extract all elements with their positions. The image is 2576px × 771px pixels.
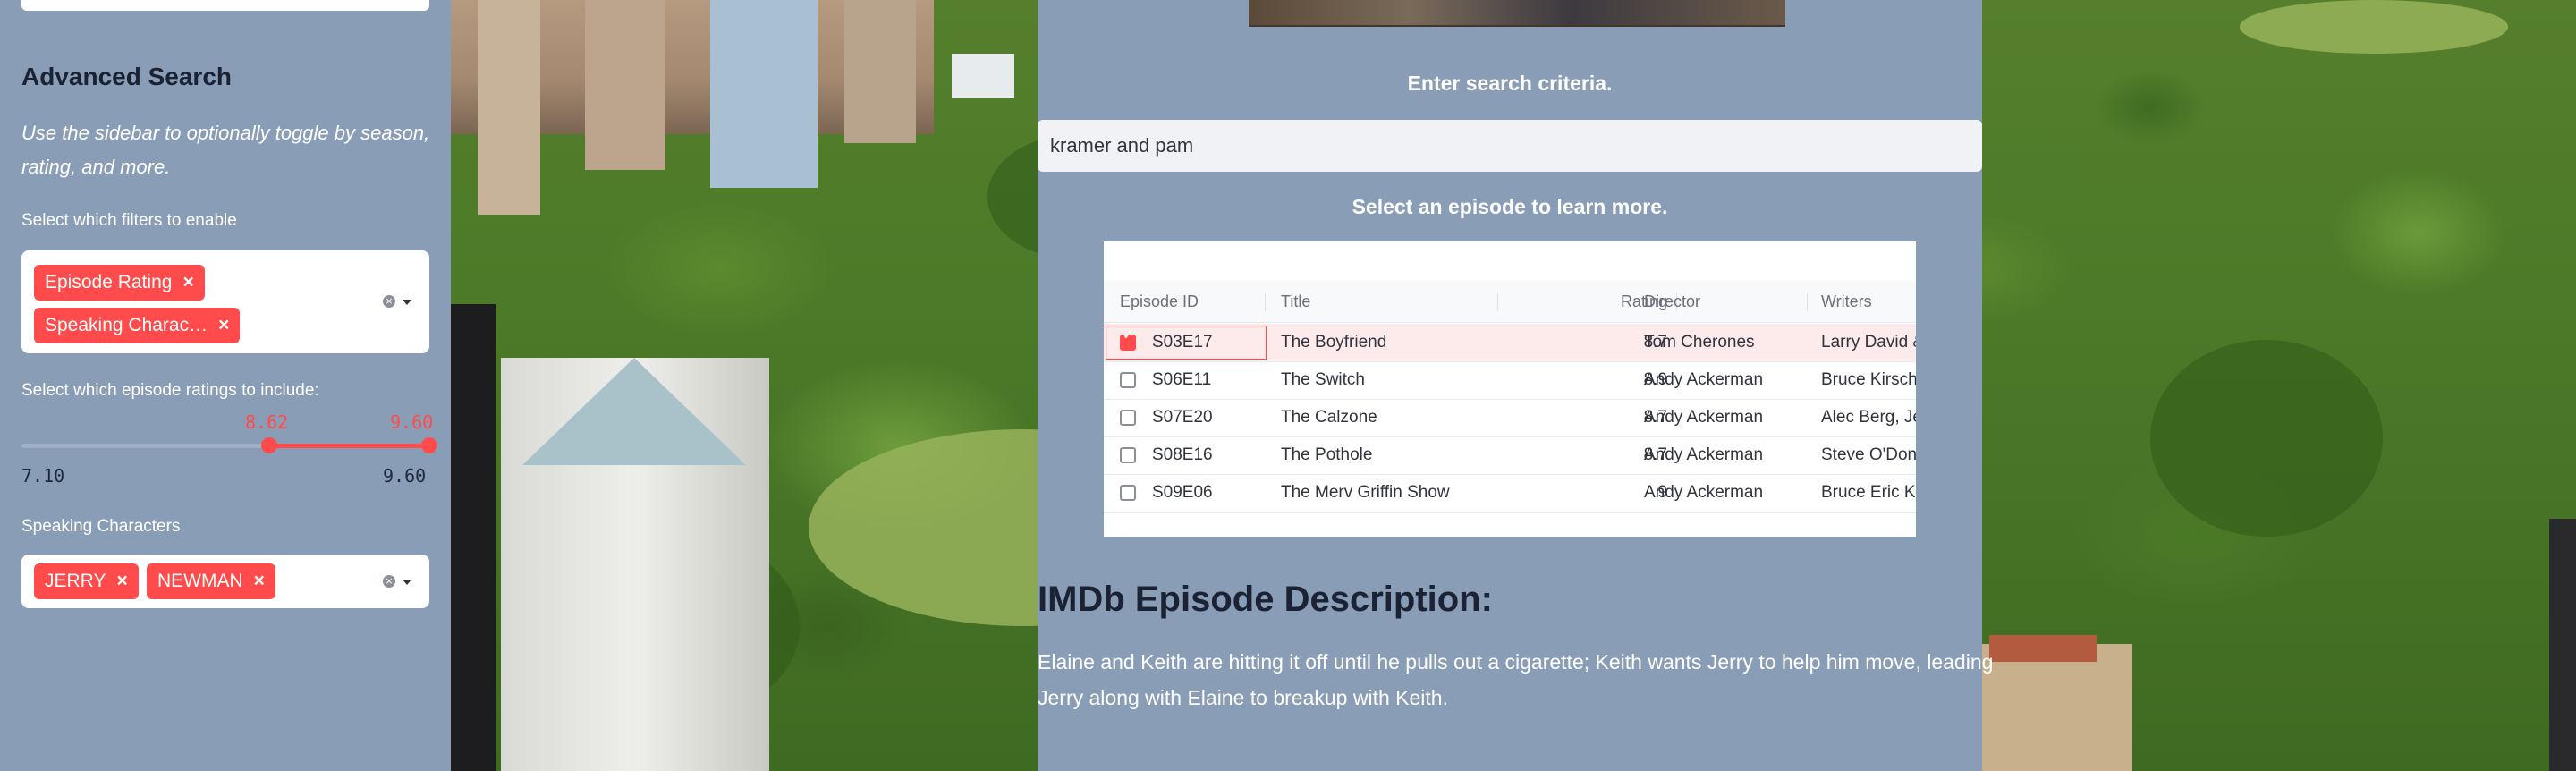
cell-episode-id: S09E06: [1152, 483, 1213, 502]
close-icon[interactable]: ×: [182, 272, 193, 292]
table-row[interactable]: S08E16 The Pothole 8.7 Andy Ackerman Ste…: [1104, 436, 1916, 475]
cell-episode-id: S03E17: [1152, 333, 1213, 352]
cell-director: Andy Ackerman: [1644, 483, 1764, 502]
episodes-table: Episode ID Title Rating Director Writers…: [1104, 241, 1916, 537]
cell-director: Tom Cherones: [1644, 333, 1755, 352]
characters-multiselect[interactable]: JERRY × NEWMAN × ×: [21, 555, 429, 608]
ratings-label: Select which episode ratings to include:: [21, 381, 319, 400]
table-row[interactable]: S06E11 The Switch 8.9 Andy Ackerman Bruc…: [1104, 361, 1916, 400]
select-prompt: Select an episode to learn more.: [1352, 195, 1668, 218]
clear-all-icon[interactable]: ×: [383, 575, 395, 588]
column-header-director[interactable]: Director: [1644, 281, 1700, 322]
cell-writers: Steve O'Donnell: [1821, 445, 1916, 464]
cell-title: The Switch: [1281, 370, 1365, 389]
slider-max-label: 9.60: [383, 465, 427, 487]
row-checkbox[interactable]: [1120, 447, 1136, 463]
cell-episode-id: S07E20: [1152, 408, 1213, 427]
search-input[interactable]: [1038, 120, 1982, 172]
sidebar-description: Use the sidebar to optionally toggle by …: [21, 122, 430, 178]
sidebar-top-input[interactable]: [21, 0, 429, 11]
cell-writers: Bruce Kirschbaum: [1821, 370, 1916, 389]
character-tag-jerry[interactable]: JERRY ×: [34, 563, 139, 599]
table-row[interactable]: S03E17 The Boyfriend 8.7 Tom Cherones La…: [1104, 324, 1916, 362]
column-header-title[interactable]: Title: [1281, 281, 1310, 322]
cell-title: The Pothole: [1281, 445, 1373, 464]
sidebar: Advanced Search Use the sidebar to optio…: [0, 0, 451, 771]
filters-multiselect[interactable]: Episode Rating × Speaking Charac… × ×: [21, 250, 429, 353]
table-row[interactable]: S07E20 The Calzone 8.7 Andy Ackerman Ale…: [1104, 399, 1916, 437]
row-checkbox[interactable]: [1120, 326, 1136, 351]
close-icon[interactable]: ×: [116, 571, 127, 591]
cell-director: Andy Ackerman: [1644, 445, 1764, 464]
row-checkbox[interactable]: [1120, 410, 1136, 426]
close-icon[interactable]: ×: [254, 571, 265, 591]
characters-label: Speaking Characters: [21, 517, 181, 536]
row-checkbox[interactable]: [1120, 485, 1136, 501]
chevron-down-icon[interactable]: [402, 300, 411, 305]
cell-writers: Alec Berg, Jeff Schaffer: [1821, 408, 1916, 427]
clear-all-icon[interactable]: ×: [383, 295, 395, 308]
cell-writers: Larry David & ...: [1821, 333, 1916, 352]
slider-min-label: 7.10: [21, 465, 65, 487]
row-checkbox[interactable]: [1120, 372, 1136, 388]
table-toolbar: [1104, 241, 1916, 282]
episode-image: [1249, 0, 1785, 27]
cell-episode-id: S06E11: [1152, 370, 1212, 389]
description-heading: IMDb Episode Description:: [1038, 580, 1493, 619]
chevron-down-icon[interactable]: [402, 580, 411, 585]
slider-low-value: 8.62: [245, 411, 289, 433]
rating-slider-low-handle[interactable]: [261, 437, 277, 453]
main-content: Enter search criteria. Select an episode…: [1038, 0, 1993, 771]
filter-tag-episode-rating[interactable]: Episode Rating ×: [34, 265, 205, 301]
table-row[interactable]: S09E06 The Merv Griffin Show 9 Andy Acke…: [1104, 474, 1916, 513]
character-tag-newman[interactable]: NEWMAN ×: [147, 563, 275, 599]
cell-director: Andy Ackerman: [1644, 408, 1764, 427]
cell-director: Andy Ackerman: [1644, 370, 1764, 389]
column-header-episode-id[interactable]: Episode ID: [1120, 281, 1199, 322]
rating-slider-high-handle[interactable]: [421, 437, 437, 453]
slider-high-value: 9.60: [390, 411, 434, 433]
sidebar-heading: Advanced Search: [21, 63, 232, 90]
table-header: Episode ID Title Rating Director Writers: [1104, 281, 1916, 323]
filter-tag-speaking-characters[interactable]: Speaking Charac… ×: [34, 308, 241, 343]
cell-title: The Merv Griffin Show: [1281, 483, 1450, 502]
search-prompt: Enter search criteria.: [1407, 72, 1613, 95]
column-header-writers[interactable]: Writers: [1821, 281, 1872, 322]
cell-episode-id: S08E16: [1152, 445, 1213, 464]
rating-slider-fill: [268, 444, 429, 448]
cell-writers: Bruce Eric Kaplan: [1821, 483, 1916, 502]
cell-title: The Boyfriend: [1281, 333, 1387, 352]
filters-label: Select which filters to enable: [21, 211, 237, 230]
cell-title: The Calzone: [1281, 408, 1377, 427]
close-icon[interactable]: ×: [218, 315, 229, 335]
description-text: Elaine and Keith are hitting it off unti…: [1038, 650, 1994, 709]
